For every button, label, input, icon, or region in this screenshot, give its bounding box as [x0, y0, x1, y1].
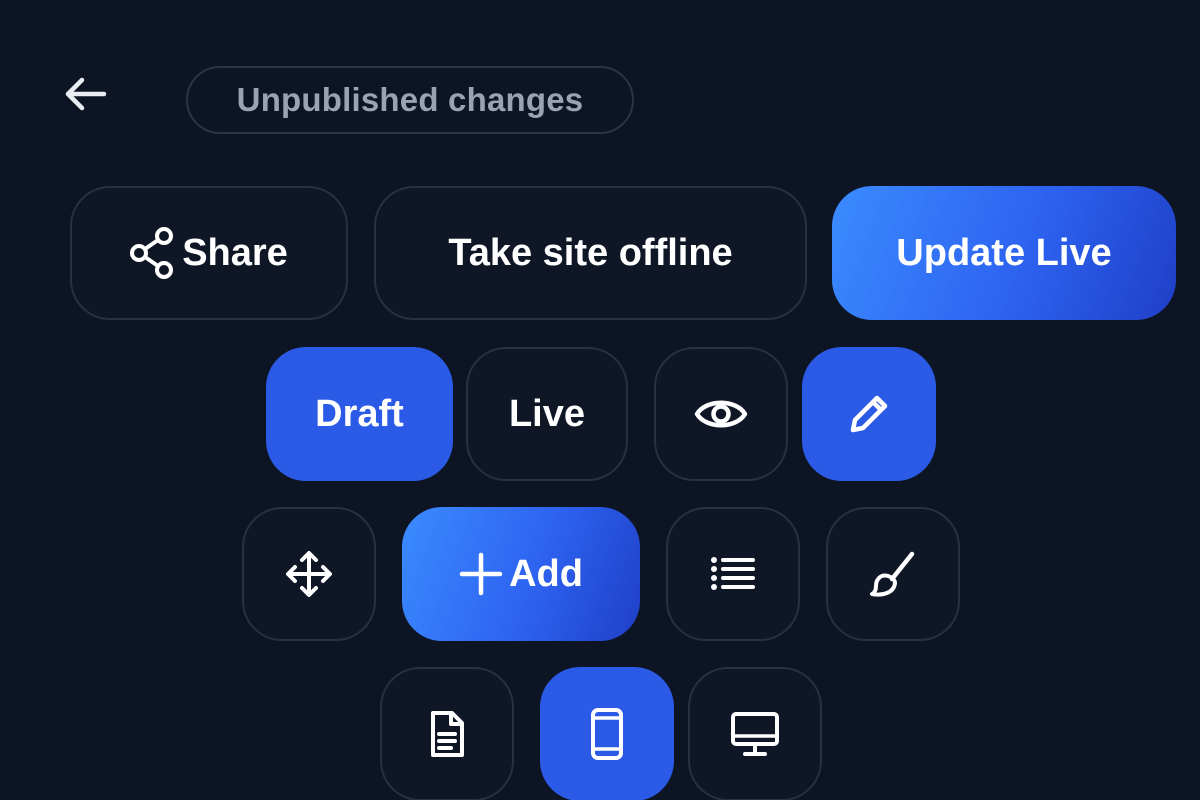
- share-label: Share: [182, 231, 288, 274]
- back-button[interactable]: [52, 66, 116, 122]
- mobile-icon: [589, 707, 625, 761]
- draft-tab[interactable]: Draft: [266, 347, 453, 481]
- live-tab-label: Live: [508, 392, 586, 435]
- add-label: Add: [509, 552, 583, 595]
- take-offline-button[interactable]: Take site offline: [374, 186, 807, 320]
- layers-list-button[interactable]: [666, 507, 800, 641]
- pencil-icon: [845, 390, 893, 438]
- move-button[interactable]: [242, 507, 376, 641]
- arrow-left-icon: [60, 74, 108, 114]
- mobile-view-button[interactable]: [540, 667, 674, 800]
- update-live-button[interactable]: Update Live: [832, 186, 1176, 320]
- editor-toolbar-panel: Unpublished changes Share Take site offl…: [0, 0, 1200, 800]
- desktop-view-button[interactable]: [688, 667, 822, 800]
- add-button[interactable]: Add: [402, 507, 640, 641]
- brush-icon: [868, 549, 918, 599]
- status-badge: Unpublished changes: [186, 66, 634, 134]
- preview-button[interactable]: [654, 347, 788, 481]
- draft-tab-label: Draft: [315, 392, 404, 435]
- eye-icon: [694, 394, 748, 434]
- page-view-button[interactable]: [380, 667, 514, 800]
- plus-icon: [459, 552, 503, 596]
- take-offline-label: Take site offline: [448, 231, 733, 274]
- move-arrows-icon: [283, 548, 335, 600]
- style-button[interactable]: [826, 507, 960, 641]
- share-button[interactable]: Share: [70, 186, 348, 320]
- live-tab[interactable]: Live: [466, 347, 628, 481]
- list-icon: [709, 554, 757, 594]
- desktop-icon: [729, 711, 781, 757]
- document-icon: [427, 710, 467, 758]
- edit-button[interactable]: [802, 347, 936, 481]
- update-live-label: Update Live: [896, 231, 1112, 274]
- share-icon: [130, 227, 174, 279]
